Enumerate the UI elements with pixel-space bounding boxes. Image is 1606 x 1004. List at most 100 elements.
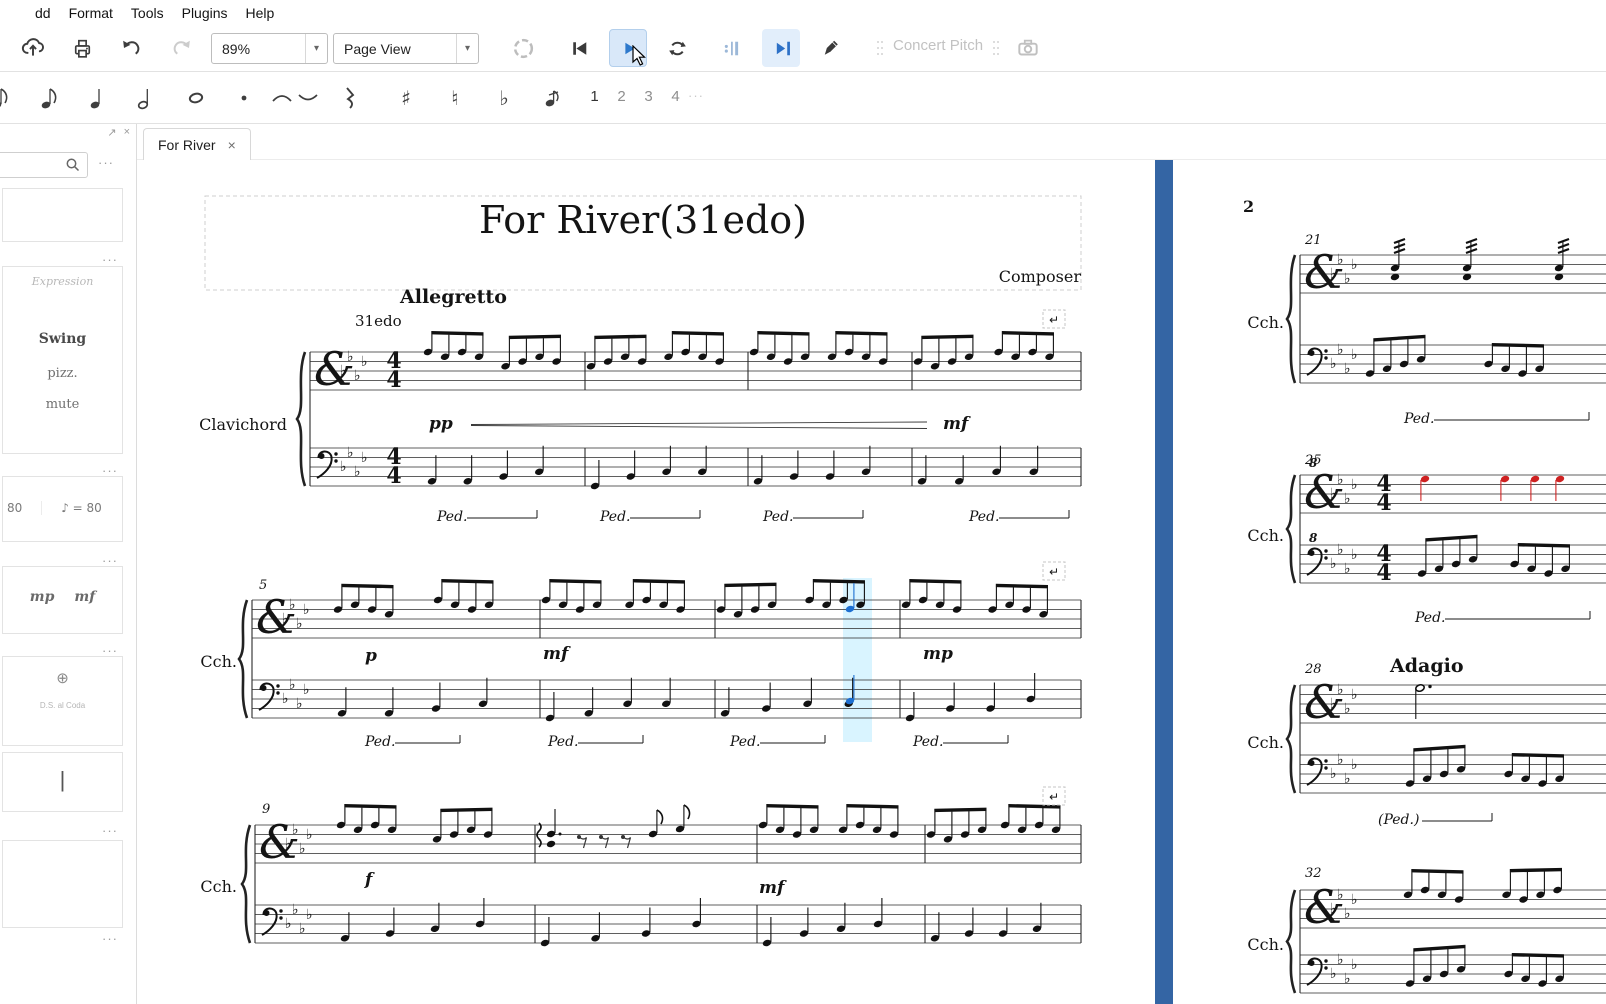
svg-text:Ped.: Ped.	[599, 509, 631, 525]
chevron-down-icon: ▾	[305, 34, 327, 63]
palette-cell-tempo[interactable]: 80 ♪ = 80	[2, 476, 123, 542]
publish-button[interactable]	[14, 29, 52, 67]
partial-note-button[interactable]	[0, 80, 28, 116]
svg-text:♭: ♭	[292, 902, 299, 918]
svg-text:Clavichord: Clavichord	[199, 415, 287, 434]
score-page[interactable]: For River(31edo)Composer2&♭♭♭♭♭♭♭♭4444pp…	[137, 160, 1606, 1004]
undo-button[interactable]	[112, 29, 150, 67]
svg-text:32: 32	[1305, 866, 1322, 881]
natural-button[interactable]: ♮	[435, 80, 475, 116]
rest-button[interactable]	[330, 80, 370, 116]
sharp-button[interactable]: ♯	[386, 80, 426, 116]
palette-cell-barlines[interactable]: |	[2, 752, 123, 812]
toolbar-drag-handle[interactable]	[992, 38, 1000, 63]
rewind-button[interactable]	[560, 29, 598, 67]
view-mode-select[interactable]: Page View ▾	[333, 33, 479, 64]
palette-cell-repeats[interactable]: ⊕ D.S. al Coda	[2, 656, 123, 746]
repeat-barline-button[interactable]	[711, 29, 749, 67]
palette-item-mf[interactable]: mf	[74, 589, 95, 605]
quarter-note-button[interactable]	[78, 80, 118, 116]
zoom-select[interactable]: 89% ▾	[211, 33, 328, 64]
voice-3-button[interactable]: 3	[640, 83, 657, 109]
midi-input-button[interactable]	[504, 29, 542, 67]
concert-pitch-toggle[interactable]: Concert Pitch	[893, 37, 983, 54]
palette-item-jump[interactable]: D.S. al Coda	[3, 701, 122, 710]
menu-item-help[interactable]: Help	[237, 3, 284, 23]
svg-text:♭: ♭	[285, 836, 292, 852]
voice-1-button[interactable]: 1	[586, 83, 603, 109]
svg-text:Ped.: Ped.	[1403, 411, 1435, 427]
section-menu-button[interactable]: ···	[102, 931, 118, 946]
whole-note-button[interactable]	[176, 80, 216, 116]
pan-score-button[interactable]	[811, 29, 849, 67]
svg-text:♭: ♭	[347, 349, 354, 365]
play-repeats-button[interactable]	[762, 29, 800, 67]
voice-2-button[interactable]: 2	[613, 83, 630, 109]
palette-cell-expression[interactable]: Expression Swing pizz. mute	[2, 266, 123, 454]
svg-text:♭: ♭	[1337, 952, 1344, 968]
voice-4-button[interactable]: 4	[667, 83, 684, 109]
augmentation-dot-button[interactable]	[224, 80, 264, 116]
svg-text:↵: ↵	[1049, 790, 1059, 804]
svg-text:♭: ♭	[1337, 342, 1344, 358]
notebar-overflow-button[interactable]: ···	[688, 88, 704, 103]
slur-button[interactable]	[288, 80, 328, 116]
redo-button[interactable]	[162, 29, 200, 67]
palette-item-swing[interactable]: Swing	[3, 331, 122, 347]
palette-item-tempo-partial[interactable]: 80	[7, 501, 22, 515]
svg-text:4: 4	[1376, 490, 1391, 516]
palette-cell-dynamics[interactable]: mp mf	[2, 566, 123, 634]
svg-text:♭: ♭	[306, 907, 313, 923]
grace-note-icon	[545, 90, 559, 107]
loop-playback-button[interactable]	[658, 29, 696, 67]
palette-cell[interactable]	[2, 188, 123, 242]
screenshot-button[interactable]	[1009, 29, 1047, 67]
svg-text:Ped.: Ped.	[912, 734, 944, 750]
palette-cell[interactable]	[2, 840, 123, 928]
svg-text:♭: ♭	[1330, 766, 1337, 782]
palette-search-input[interactable]	[0, 152, 88, 178]
natural-icon: ♮	[451, 86, 459, 110]
svg-text:♭: ♭	[282, 611, 289, 627]
print-button[interactable]	[63, 29, 101, 67]
menu-item-add[interactable]: dd	[26, 3, 60, 23]
svg-text:♭: ♭	[1351, 257, 1358, 273]
palette-item-coda[interactable]: ⊕	[3, 669, 122, 687]
svg-text:♭: ♭	[340, 459, 347, 475]
quarter-note-icon	[90, 89, 100, 109]
palette-menu-button[interactable]: ···	[98, 155, 114, 170]
menu-item-plugins[interactable]: Plugins	[173, 3, 237, 23]
palette-item-barline[interactable]: |	[3, 767, 122, 793]
svg-text:♭: ♭	[1337, 542, 1344, 558]
toolbar-drag-handle[interactable]	[876, 38, 884, 63]
play-repeats-icon	[776, 41, 790, 55]
palette-item-mp[interactable]: mp	[30, 589, 55, 605]
tab-close-icon[interactable]: ×	[228, 137, 236, 153]
palette-item-pizz[interactable]: pizz.	[3, 366, 122, 381]
svg-text:4: 4	[386, 367, 401, 393]
svg-text:♭: ♭	[1344, 271, 1351, 287]
grace-note-button[interactable]	[535, 80, 575, 116]
flat-button[interactable]: ♭	[484, 80, 524, 116]
section-menu-button[interactable]: ···	[102, 252, 118, 267]
svg-text:2: 2	[1243, 197, 1254, 216]
tab-for-river[interactable]: For River ×	[143, 128, 251, 161]
section-menu-button[interactable]: ···	[102, 823, 118, 838]
panel-close-icon[interactable]: ×	[124, 126, 130, 139]
menu-item-tools[interactable]: Tools	[122, 3, 173, 23]
tab-bar: For River ×	[137, 124, 1606, 161]
panel-popout-icon[interactable]: ↗	[107, 126, 116, 139]
svg-text:31edo: 31edo	[355, 312, 402, 330]
svg-text:Ped.: Ped.	[547, 734, 579, 750]
score-canvas[interactable]: For River(31edo) Composer 2 & ♭ ♭ ♭ ♭ ♭ ♭ ♭ ♭ 4 4 4 4 pp…	[137, 160, 1606, 1004]
eighth-note-button[interactable]	[30, 80, 70, 116]
svg-text:mp: mp	[923, 644, 953, 664]
half-note-button[interactable]	[126, 80, 166, 116]
menu-item-format[interactable]: Format	[60, 3, 122, 23]
palette-item-tempo[interactable]: ♪ = 80	[41, 501, 121, 515]
svg-text:f: f	[364, 870, 375, 890]
midi-ring-icon	[513, 38, 533, 58]
edit-pen-icon	[824, 40, 838, 55]
palette-item-mute[interactable]: mute	[3, 397, 122, 412]
svg-text:Ped.: Ped.	[968, 509, 1000, 525]
